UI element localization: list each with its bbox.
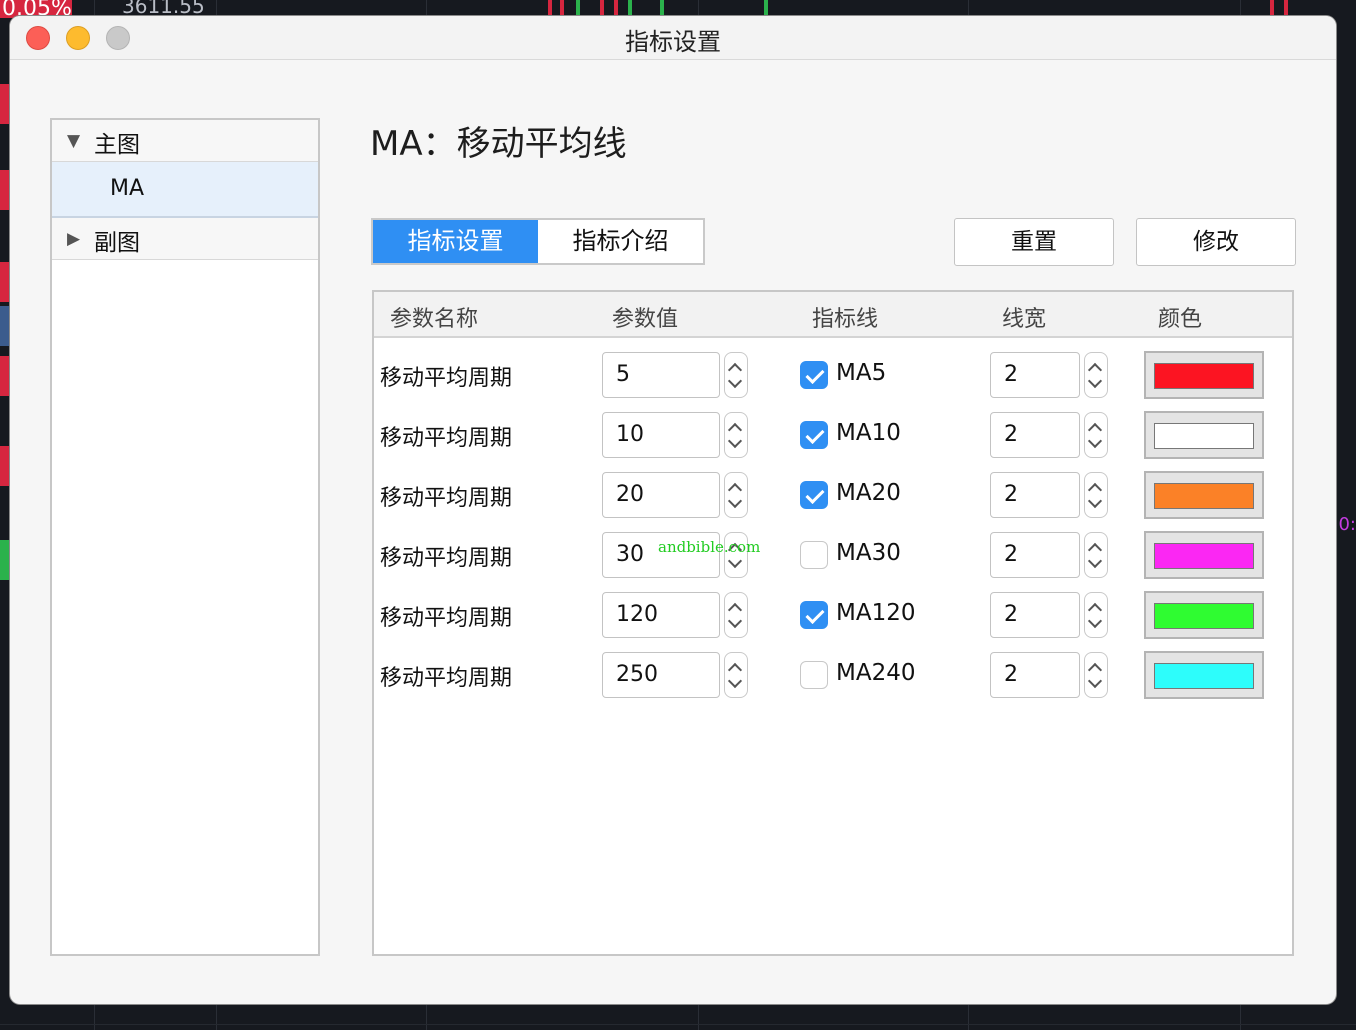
- indicator-title: MA：移动平均线: [370, 124, 627, 164]
- indicator-line-label: MA120: [836, 600, 916, 626]
- indicator-line-label: MA5: [836, 360, 887, 386]
- tree-group-sub[interactable]: ▶ 副图: [52, 218, 318, 260]
- color-picker-button[interactable]: [1144, 351, 1264, 399]
- header-line-width: 线宽: [1002, 307, 1047, 332]
- line-width-input[interactable]: 2: [990, 592, 1080, 638]
- tree-group-main[interactable]: ▼ 主图: [52, 120, 318, 162]
- table-row: 移动平均周期 120 MA120 2: [374, 580, 1292, 640]
- stepper-arrows-icon[interactable]: [1084, 532, 1108, 578]
- line-visible-checkbox[interactable]: [800, 661, 828, 689]
- color-picker-button[interactable]: [1144, 651, 1264, 699]
- line-visible-checkbox[interactable]: [800, 361, 828, 389]
- table-row: 移动平均周期 250 MA240 2: [374, 640, 1292, 700]
- param-name: 移动平均周期: [380, 426, 513, 451]
- param-value-input[interactable]: 20: [602, 472, 720, 518]
- indicator-line-label: MA240: [836, 660, 916, 686]
- line-visible-checkbox[interactable]: [800, 541, 828, 569]
- param-value-input[interactable]: 250: [602, 652, 720, 698]
- indicator-settings-window: 指标设置 ▼ 主图 MA ▶ 副图 MA：移动平均线 指标设置 指标介绍 重置 …: [10, 16, 1336, 1004]
- stepper-arrows-icon[interactable]: [724, 592, 748, 638]
- stepper-arrows-icon[interactable]: [724, 412, 748, 458]
- stepper-arrows-icon[interactable]: [1084, 592, 1108, 638]
- header-indicator-line: 指标线: [812, 307, 879, 332]
- header-color: 颜色: [1158, 307, 1203, 332]
- triangle-down-icon[interactable]: ▼: [67, 131, 80, 151]
- color-swatch: [1154, 363, 1254, 389]
- header-param-name: 参数名称: [390, 307, 479, 332]
- modify-button[interactable]: 修改: [1136, 218, 1296, 266]
- stepper-arrows-icon[interactable]: [1084, 352, 1108, 398]
- line-width-input[interactable]: 2: [990, 472, 1080, 518]
- watermark: andbible.com: [658, 538, 761, 556]
- table-row: 移动平均周期 30 MA30 2: [374, 520, 1292, 580]
- line-width-input[interactable]: 2: [990, 412, 1080, 458]
- reset-button[interactable]: 重置: [954, 218, 1114, 266]
- tab-indicator-settings[interactable]: 指标设置: [373, 220, 538, 263]
- indicator-line-label: MA10: [836, 420, 901, 446]
- tree-group-label: 副图: [94, 230, 140, 256]
- window-title: 指标设置: [625, 28, 721, 56]
- param-name: 移动平均周期: [380, 486, 513, 511]
- param-name: 移动平均周期: [380, 366, 513, 391]
- param-value-input[interactable]: 5: [602, 352, 720, 398]
- line-width-input[interactable]: 2: [990, 352, 1080, 398]
- stepper-arrows-icon[interactable]: [1084, 472, 1108, 518]
- line-width-input[interactable]: 2: [990, 532, 1080, 578]
- param-name: 移动平均周期: [380, 606, 513, 631]
- indicator-line-label: MA30: [836, 540, 901, 566]
- table-header: 参数名称 参数值 指标线 线宽 颜色: [374, 292, 1292, 338]
- color-swatch: [1154, 423, 1254, 449]
- param-value-input[interactable]: 10: [602, 412, 720, 458]
- tree-item-ma[interactable]: MA: [52, 162, 318, 218]
- table-row: 移动平均周期 10 MA10 2: [374, 400, 1292, 460]
- param-name: 移动平均周期: [380, 666, 513, 691]
- line-visible-checkbox[interactable]: [800, 601, 828, 629]
- line-width-input[interactable]: 2: [990, 652, 1080, 698]
- table-row: 移动平均周期 20 MA20 2: [374, 460, 1292, 520]
- indicator-tree: ▼ 主图 MA ▶ 副图: [50, 118, 320, 956]
- tree-group-label: 主图: [94, 132, 140, 158]
- stepper-arrows-icon[interactable]: [1084, 412, 1108, 458]
- color-picker-button[interactable]: [1144, 591, 1264, 639]
- color-swatch: [1154, 603, 1254, 629]
- param-name: 移动平均周期: [380, 546, 513, 571]
- stepper-arrows-icon[interactable]: [724, 652, 748, 698]
- stepper-arrows-icon[interactable]: [1084, 652, 1108, 698]
- param-value-input[interactable]: 120: [602, 592, 720, 638]
- tab-indicator-intro[interactable]: 指标介绍: [538, 220, 703, 263]
- color-swatch: [1154, 483, 1254, 509]
- tab-bar: 指标设置 指标介绍: [371, 218, 705, 265]
- tree-item-label: MA: [110, 176, 145, 201]
- color-picker-button[interactable]: [1144, 411, 1264, 459]
- color-swatch: [1154, 543, 1254, 569]
- header-param-value: 参数值: [612, 307, 679, 332]
- stepper-arrows-icon[interactable]: [724, 472, 748, 518]
- color-picker-button[interactable]: [1144, 531, 1264, 579]
- color-picker-button[interactable]: [1144, 471, 1264, 519]
- title-bar: 指标设置: [10, 16, 1336, 60]
- table-row: 移动平均周期 5 MA5 2: [374, 340, 1292, 400]
- indicator-line-label: MA20: [836, 480, 901, 506]
- line-visible-checkbox[interactable]: [800, 481, 828, 509]
- parameter-table: 参数名称 参数值 指标线 线宽 颜色 移动平均周期 5 MA5 2 移动平均周期 10 MA…: [372, 290, 1294, 956]
- line-visible-checkbox[interactable]: [800, 421, 828, 449]
- color-swatch: [1154, 663, 1254, 689]
- chart-right-label: 0:: [1338, 514, 1356, 535]
- triangle-right-icon[interactable]: ▶: [67, 229, 80, 249]
- stepper-arrows-icon[interactable]: [724, 352, 748, 398]
